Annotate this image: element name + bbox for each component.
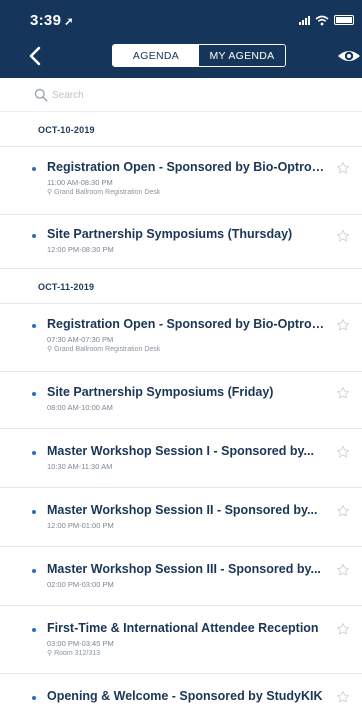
- session-title: Site Partnership Symposiums (Thursday): [47, 227, 293, 241]
- session-title: Opening & Welcome - Sponsored by StudyKI…: [47, 689, 323, 703]
- battery-icon: [334, 15, 354, 25]
- session-time: 12:00 PM-01:00 PM: [47, 521, 114, 530]
- session-location-text: Room 312/313: [54, 650, 100, 657]
- session-time: 10:30 AM-11:30 AM: [47, 462, 113, 471]
- status-icons: [299, 13, 354, 27]
- date-header-label: OCT-10-2019: [38, 125, 95, 135]
- search-bar: [0, 78, 362, 112]
- session-item[interactable]: Registration Open - Sponsored by Bio-Opt…: [0, 304, 362, 372]
- session-time: 07:30 AM-07:30 PM: [47, 335, 114, 344]
- star-icon[interactable]: [336, 622, 350, 636]
- top-navigation-bar: 3:39 ➚ AGENDA MY AGENDA: [0, 0, 362, 78]
- agenda-segmented-control: AGENDA MY AGENDA: [112, 44, 286, 67]
- session-item[interactable]: Master Workshop Session I - Sponsored by…: [0, 429, 362, 488]
- session-title: Master Workshop Session II - Sponsored b…: [47, 503, 318, 517]
- session-title: Registration Open - Sponsored by Bio-Opt…: [47, 160, 327, 174]
- chevron-left-icon: [29, 46, 41, 66]
- session-time: 02:00 PM-03:00 PM: [47, 580, 114, 589]
- session-location: ⚲ Grand Ballroom Registration Desk: [47, 188, 160, 196]
- star-icon[interactable]: [336, 445, 350, 459]
- tab-agenda[interactable]: AGENDA: [113, 45, 199, 66]
- session-time: 12:00 PM-08:30 PM: [47, 245, 114, 254]
- date-header: OCT-11-2019: [0, 269, 362, 304]
- back-button[interactable]: [24, 44, 48, 68]
- session-item[interactable]: Site Partnership Symposiums (Friday) 08:…: [0, 372, 362, 429]
- session-title: First-Time & International Attendee Rece…: [47, 621, 319, 635]
- agenda-list: OCT-10-2019 Registration Open - Sponsore…: [0, 112, 362, 711]
- session-bullet: [32, 696, 36, 700]
- session-item[interactable]: Master Workshop Session III - Sponsored …: [0, 547, 362, 606]
- session-item[interactable]: Site Partnership Symposiums (Thursday) 1…: [0, 215, 362, 269]
- session-time: 08:00 AM-10:00 AM: [47, 403, 113, 412]
- star-icon[interactable]: [336, 318, 350, 332]
- session-bullet: [32, 392, 36, 396]
- session-item[interactable]: Master Workshop Session II - Sponsored b…: [0, 488, 362, 547]
- session-location: ⚲ Room 312/313: [47, 649, 100, 657]
- star-icon[interactable]: [336, 563, 350, 577]
- session-bullet: [32, 510, 36, 514]
- visibility-toggle-button[interactable]: [336, 46, 362, 66]
- session-time: 03:00 PM-03:45 PM: [47, 639, 114, 648]
- star-icon[interactable]: [336, 690, 350, 704]
- session-location-text: Grand Ballroom Registration Desk: [54, 346, 161, 353]
- star-icon[interactable]: [336, 161, 350, 175]
- status-time-text: 3:39: [30, 12, 62, 29]
- tab-my-agenda[interactable]: MY AGENDA: [199, 45, 285, 66]
- eye-icon: [338, 51, 360, 61]
- session-item[interactable]: Opening & Welcome - Sponsored by StudyKI…: [0, 674, 362, 711]
- session-title: Registration Open - Sponsored by Bio-Opt…: [47, 317, 327, 331]
- session-bullet: [32, 628, 36, 632]
- star-icon[interactable]: [336, 229, 350, 243]
- cellular-signal-icon: [299, 15, 310, 25]
- date-header: OCT-10-2019: [0, 112, 362, 147]
- session-bullet: [32, 569, 36, 573]
- session-item[interactable]: Registration Open - Sponsored by Bio-Opt…: [0, 147, 362, 215]
- session-bullet: [32, 324, 36, 328]
- star-icon[interactable]: [336, 386, 350, 400]
- session-title: Master Workshop Session III - Sponsored …: [47, 562, 321, 576]
- session-bullet: [32, 167, 36, 171]
- session-location-text: Grand Ballroom Registration Desk: [54, 189, 161, 196]
- search-icon: [34, 88, 48, 102]
- session-bullet: [32, 234, 36, 238]
- session-item[interactable]: First-Time & International Attendee Rece…: [0, 606, 362, 674]
- session-location: ⚲ Grand Ballroom Registration Desk: [47, 345, 160, 353]
- location-arrow-icon: ➚: [64, 16, 74, 28]
- session-title: Master Workshop Session I - Sponsored by…: [47, 444, 314, 458]
- session-bullet: [32, 451, 36, 455]
- wifi-icon: [315, 15, 329, 25]
- search-input[interactable]: [52, 86, 342, 104]
- star-icon[interactable]: [336, 504, 350, 518]
- session-time: 11:00 AM-08:30 PM: [47, 178, 113, 187]
- status-bar: 3:39 ➚: [0, 0, 362, 36]
- session-title: Site Partnership Symposiums (Friday): [47, 385, 274, 399]
- status-time: 3:39 ➚: [30, 12, 74, 29]
- date-header-label: OCT-11-2019: [38, 282, 95, 292]
